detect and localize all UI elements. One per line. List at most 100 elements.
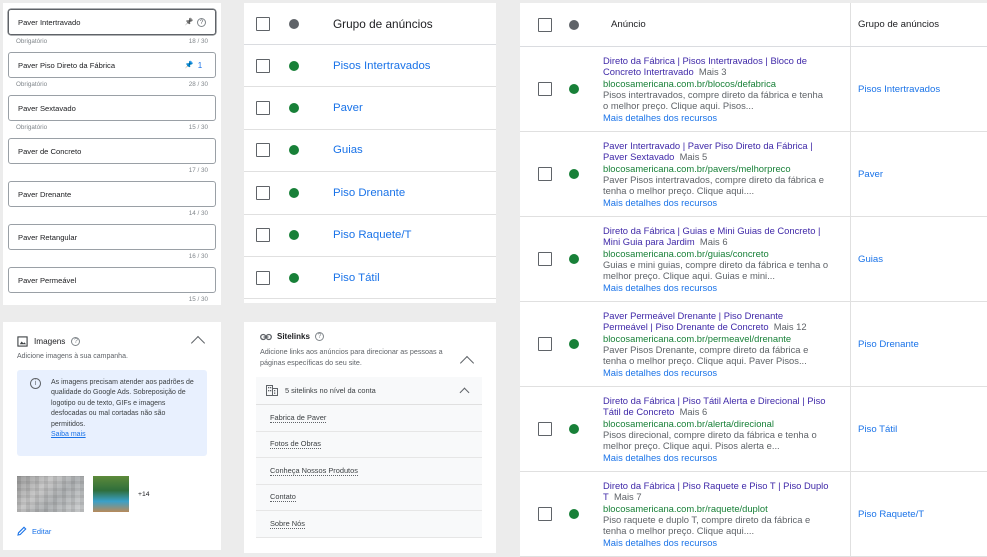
ad-preview[interactable]: Paver Intertravado | Paver Piso Direto d… [603, 140, 829, 208]
ad-description: Paver Pisos Drenante, compre direto da f… [603, 344, 809, 367]
asset-details-link[interactable]: Mais detalhes dos recursos [603, 197, 829, 208]
ad-group-link[interactable]: Piso Tátil [333, 272, 380, 284]
ad-group-row: Paver [244, 87, 496, 130]
headline-meta: 17 / 30 [8, 164, 216, 181]
edit-images-button[interactable]: Editar [17, 526, 207, 536]
row-checkbox[interactable] [256, 143, 270, 158]
ad-group-link[interactable]: Piso Tátil [851, 424, 987, 435]
row-checkbox[interactable] [256, 101, 270, 116]
ad-group-link[interactable]: Paver [333, 102, 363, 114]
ad-headline[interactable]: Paver Permeável Drenante | Piso Drenante… [603, 310, 783, 332]
header-status-dot [289, 18, 299, 29]
ad-group-link[interactable]: Pisos Intertravados [333, 60, 431, 72]
char-count: 18 / 30 [188, 38, 208, 45]
ad-preview[interactable]: Direto da Fábrica | Piso Raquete e Piso … [603, 480, 829, 548]
ad-preview[interactable]: Paver Permeável Drenante | Piso Drenante… [603, 310, 829, 378]
ad-group-link[interactable]: Piso Raquete/T [851, 509, 987, 520]
row-checkbox[interactable] [256, 185, 270, 200]
more-headlines-count: Mais 6 [679, 406, 708, 418]
ad-group-row: Guias [244, 130, 496, 173]
headline-extra: ? [197, 17, 206, 27]
more-headlines-count: Mais 12 [773, 321, 807, 333]
headline-text: Paver Piso Direto da Fábrica [18, 60, 116, 70]
ads-table-header: Anúncio Grupo de anúncios [520, 3, 987, 47]
headline-meta: 14 / 30 [8, 207, 216, 224]
headline-text: Paver de Concreto [18, 146, 82, 156]
help-icon[interactable]: ? [71, 336, 81, 346]
row-checkbox[interactable] [538, 82, 552, 96]
ad-preview[interactable]: Direto da Fábrica | Piso Tátil Alerta e … [603, 395, 829, 463]
sitelink-item[interactable]: Contato [256, 485, 482, 511]
pin-icon[interactable]: 📌 [184, 61, 194, 69]
headline-meta: Obrigatório 28 / 30 [8, 78, 216, 95]
sitelink-item[interactable]: Fabrica de Paver [256, 405, 482, 432]
sitelink-item[interactable]: Fotos de Obras [256, 432, 482, 458]
asset-details-link[interactable]: Mais detalhes dos recursos [603, 282, 829, 293]
status-dot [569, 169, 579, 179]
images-info-box: i As imagens precisam atender aos padrõe… [17, 370, 207, 456]
row-checkbox[interactable] [538, 422, 552, 436]
thumbnail-pool[interactable] [93, 476, 129, 512]
headline-field[interactable]: Paver Permeável [8, 267, 216, 293]
row-checkbox[interactable] [256, 228, 270, 243]
thumbnail-paving[interactable] [17, 476, 84, 512]
asset-details-link[interactable]: Mais detalhes dos recursos [603, 452, 829, 463]
ad-headline[interactable]: Paver Intertravado | Paver Piso Direto d… [603, 140, 813, 162]
row-checkbox[interactable] [538, 337, 552, 351]
ad-preview[interactable]: Direto da Fábrica | Pisos Intertravados … [603, 55, 829, 123]
ad-display-url: blocosamericana.com.br/raquete/duplot [603, 502, 768, 514]
headline-field[interactable]: Paver Retangular [8, 224, 216, 250]
collapse-chevron-icon[interactable] [459, 387, 470, 397]
image-icon [17, 335, 28, 347]
ad-group-link[interactable]: Piso Drenante [851, 339, 987, 350]
ad-group-link[interactable]: Piso Raquete/T [333, 229, 412, 241]
asset-details-link[interactable]: Mais detalhes dos recursos [603, 367, 829, 378]
sitelink-item[interactable]: Conheça Nossos Produtos [256, 458, 482, 485]
asset-details-link[interactable]: Mais detalhes dos recursos [603, 112, 829, 123]
ad-headline[interactable]: Direto da Fábrica | Piso Tátil Alerta e … [603, 395, 826, 417]
asset-details-link[interactable]: Mais detalhes dos recursos [603, 537, 829, 548]
help-icon[interactable]: ? [314, 332, 324, 341]
headline-field[interactable]: Paver Drenante [8, 181, 216, 207]
headline-field[interactable]: Paver Sextavado [8, 95, 216, 121]
ads-table: Anúncio Grupo de anúncios Direto da Fábr… [520, 3, 987, 557]
row-checkbox[interactable] [538, 167, 552, 181]
pencil-icon [17, 526, 27, 536]
sitelinks-box-title: 5 sitelinks no nível da conta [285, 386, 376, 395]
more-images-count[interactable]: +14 [138, 491, 150, 498]
ad-group-link[interactable]: Paver [851, 169, 987, 180]
ad-group-row: Piso Tátil [244, 257, 496, 300]
row-checkbox[interactable] [256, 270, 270, 285]
sitelinks-box-header[interactable]: 5 sitelinks no nível da conta [256, 377, 482, 405]
edit-label: Editar [32, 526, 52, 536]
collapse-chevron-icon[interactable] [190, 335, 206, 351]
ad-row: Paver Intertravado | Paver Piso Direto d… [520, 132, 987, 217]
ad-display-url: blocosamericana.com.br/alerta/direcional [603, 417, 774, 429]
collapse-chevron-icon[interactable] [459, 355, 475, 371]
headline-field[interactable]: Paver Piso Direto da Fábrica 📌 1 [8, 52, 216, 78]
headline-meta: Obrigatório 18 / 30 [8, 35, 216, 52]
row-checkbox[interactable] [538, 507, 552, 521]
row-checkbox[interactable] [256, 58, 270, 73]
ad-group-link[interactable]: Guias [851, 254, 987, 265]
ad-group-link[interactable]: Pisos Intertravados [851, 84, 987, 95]
status-dot [289, 145, 299, 156]
char-count: 15 / 30 [188, 124, 208, 131]
ad-preview[interactable]: Direto da Fábrica | Guias e Mini Guias d… [603, 225, 829, 293]
ad-groups-header: Grupo de anúncios [244, 3, 496, 45]
ad-group-link[interactable]: Piso Drenante [333, 187, 405, 199]
sitelink-item[interactable]: Sobre Nós [256, 511, 482, 538]
learn-more-link[interactable]: Saiba mais [51, 431, 86, 438]
ad-group-link[interactable]: Guias [333, 144, 363, 156]
ad-cell: Direto da Fábrica | Piso Tátil Alerta e … [520, 387, 851, 471]
headline-field[interactable]: Paver de Concreto [8, 138, 216, 164]
headline-text: Paver Retangular [18, 232, 78, 242]
select-all-checkbox[interactable] [538, 17, 552, 32]
headline-field[interactable]: Paver Intertravado 📌? [8, 9, 216, 35]
row-checkbox[interactable] [538, 252, 552, 266]
ad-display-url: blocosamericana.com.br/guias/concreto [603, 247, 769, 259]
pin-icon[interactable]: 📌 [184, 18, 194, 26]
select-all-checkbox[interactable] [256, 16, 270, 31]
group-column-title: Grupo de anúncios [858, 19, 940, 30]
images-info-text: As imagens precisam atender aos padrões … [51, 379, 194, 428]
